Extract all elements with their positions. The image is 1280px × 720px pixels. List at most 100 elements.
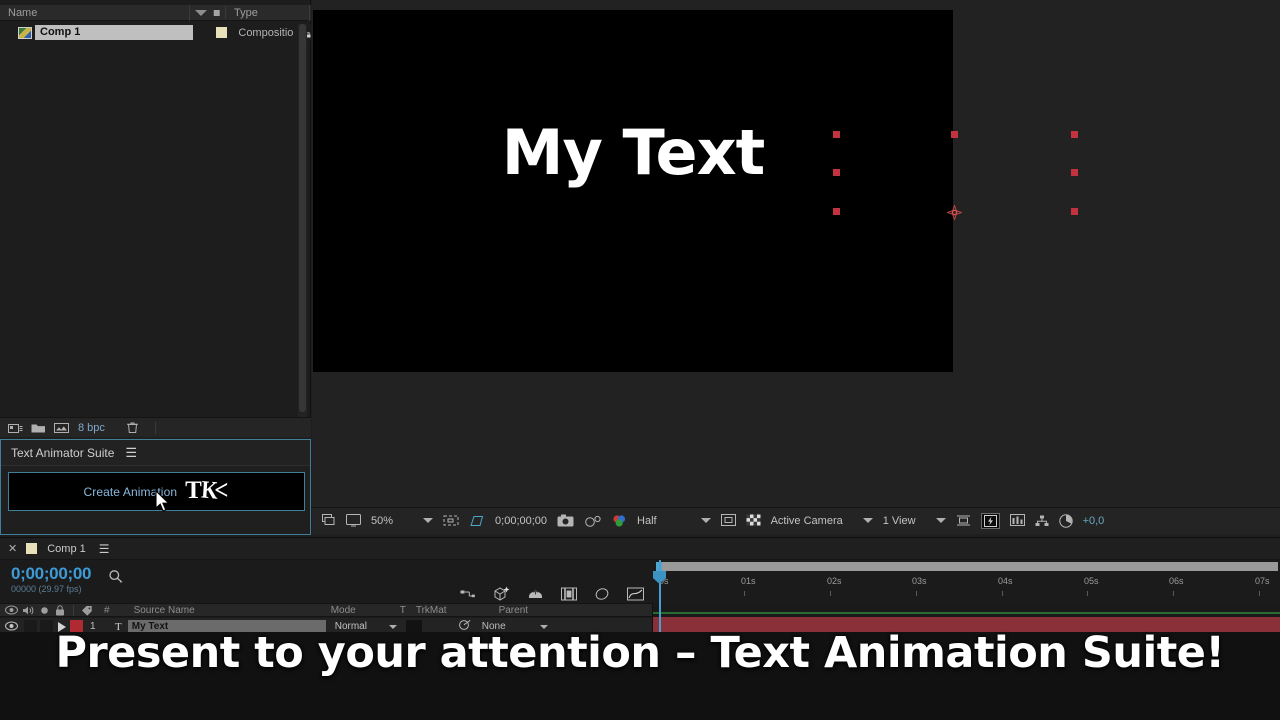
- camera-view-value[interactable]: Active Camera: [771, 515, 843, 527]
- magnification-chevron-down-icon[interactable]: [423, 518, 434, 523]
- view-layout-chevron-down-icon[interactable]: [935, 518, 946, 523]
- resolution-value[interactable]: Half: [637, 515, 657, 527]
- selection-handle-top-left[interactable]: [833, 131, 840, 138]
- composition-canvas[interactable]: My Text: [313, 10, 953, 372]
- tag-icon[interactable]: ◆: [208, 5, 223, 20]
- project-item-row[interactable]: Comp 1 Compositio: [0, 24, 311, 41]
- timeline-tab-name[interactable]: Comp 1: [47, 543, 86, 555]
- label-tag-icon[interactable]: [81, 605, 93, 616]
- comp-timecode[interactable]: 0;00;00;00: [495, 515, 547, 527]
- ruler-tick-07s: 07s: [1255, 576, 1270, 586]
- project-item-label-swatch[interactable]: [216, 27, 228, 38]
- speaker-audio-icon[interactable]: [22, 605, 35, 616]
- magnification-value[interactable]: 50%: [371, 515, 393, 527]
- ruler-tick-01s: 01s: [741, 576, 756, 586]
- column-header-number: #: [104, 604, 110, 616]
- camera-chevron-down-icon[interactable]: [862, 518, 873, 523]
- scrollbar-thumb[interactable]: [299, 24, 306, 412]
- column-header-type[interactable]: Type: [226, 4, 310, 21]
- timeline-current-time[interactable]: 0;00;00;00: [11, 564, 91, 584]
- new-folder-icon[interactable]: [30, 421, 46, 435]
- selection-handle-middle-left[interactable]: [833, 169, 840, 176]
- region-of-interest-icon[interactable]: [443, 514, 459, 527]
- close-tab-icon[interactable]: ✕: [8, 542, 17, 555]
- project-panel-scrollbar[interactable]: [298, 24, 307, 419]
- column-header-mode: Mode: [330, 604, 356, 616]
- fast-previews-icon[interactable]: [980, 512, 1000, 529]
- timeline-work-area-bar[interactable]: [656, 562, 1278, 571]
- new-composition-icon[interactable]: [7, 421, 23, 435]
- show-snapshot-icon[interactable]: [584, 515, 602, 527]
- chevron-down-icon[interactable]: [388, 624, 397, 629]
- lock-icon[interactable]: [55, 604, 65, 616]
- resolution-chevron-down-icon[interactable]: [700, 518, 711, 523]
- text-animator-suite-logo-icon: TK<: [185, 475, 229, 506]
- ruler-tick-03s: 03s: [912, 576, 927, 586]
- selection-handle-top-right[interactable]: [1071, 131, 1078, 138]
- main-viewer-icon[interactable]: [346, 514, 361, 527]
- playhead-handle[interactable]: [653, 571, 666, 584]
- column-header-source-name: Source Name: [133, 604, 195, 616]
- anchor-point-icon[interactable]: [946, 204, 963, 221]
- ruler-tick-02s: 02s: [827, 576, 842, 586]
- selection-handle-bottom-left[interactable]: [833, 208, 840, 215]
- text-animator-suite-header: Text Animator Suite ☰: [1, 440, 310, 466]
- subtitle-backdrop: [0, 632, 1280, 720]
- bit-depth-label[interactable]: 8 bpc: [78, 422, 105, 434]
- selection-handle-bottom-right[interactable]: [1071, 208, 1078, 215]
- logo-arrow: <: [214, 475, 228, 506]
- always-preview-this-view-icon[interactable]: [322, 514, 336, 527]
- region-of-interest-toggle-icon[interactable]: [720, 514, 736, 527]
- selection-handle-top-center[interactable]: [951, 131, 958, 138]
- project-item-type: Compositio: [238, 26, 294, 39]
- timeline-timecode-area: 0;00;00;00 00000 (29.97 fps): [0, 560, 652, 601]
- text-animator-suite-panel: Text Animator Suite ☰ Create Animation T…: [0, 439, 311, 535]
- timeline-work-area-indicator: [653, 612, 1280, 614]
- text-animator-suite-title: Text Animator Suite: [11, 445, 115, 460]
- timeline-icon[interactable]: [1009, 514, 1025, 527]
- view-layout-value[interactable]: 1 View: [883, 515, 916, 527]
- toggle-transparency-grid-icon[interactable]: [746, 514, 761, 527]
- show-channel-icon[interactable]: [612, 514, 627, 528]
- interpret-footage-icon[interactable]: [53, 421, 69, 435]
- column-header-name[interactable]: Name: [0, 4, 190, 21]
- eye-video-icon[interactable]: [5, 605, 18, 615]
- adjust-exposure-icon[interactable]: [1058, 513, 1073, 528]
- composition-text-layer[interactable]: My Text: [313, 122, 953, 184]
- take-snapshot-icon[interactable]: [557, 514, 574, 527]
- composition-thumbnail-icon: [18, 26, 32, 39]
- panel-menu-icon[interactable]: ☰: [125, 446, 137, 459]
- search-icon[interactable]: [108, 569, 124, 589]
- layer-expand-triangle-icon[interactable]: [58, 621, 66, 632]
- column-sort-controls[interactable]: ◆: [190, 5, 226, 20]
- create-animation-button[interactable]: Create Animation TK<: [8, 472, 305, 511]
- timeline-frames-label: 00000 (29.97 fps): [11, 584, 82, 594]
- logo-letter-t: T: [185, 477, 202, 504]
- toggle-pixel-aspect-correction-icon[interactable]: [956, 514, 971, 527]
- project-item-name[interactable]: Comp 1: [35, 25, 194, 40]
- panel-menu-icon[interactable]: ☰: [99, 542, 110, 556]
- project-panel-footer-toolbar: 8 bpc: [0, 417, 311, 437]
- choose-grid-and-guide-options-icon[interactable]: [469, 514, 485, 528]
- ruler-mark: [1173, 591, 1174, 596]
- sort-caret-down-icon[interactable]: [194, 9, 207, 16]
- project-panel: Name ◆ Type Comp 1 Compositio 8 bpc: [0, 0, 311, 437]
- after-effects-window: Name ◆ Type Comp 1 Compositio 8 bpc Text…: [0, 0, 1280, 720]
- project-column-headers: Name ◆ Type: [0, 4, 311, 21]
- comp-flowchart-icon[interactable]: [1035, 515, 1049, 527]
- create-animation-label: Create Animation: [83, 484, 178, 499]
- selection-handle-middle-right[interactable]: [1071, 169, 1078, 176]
- ruler-tick-06s: 06s: [1169, 576, 1184, 586]
- composition-viewer-toolbar: 50% 0;00;00;00 Half Active Camera 1 View…: [312, 507, 1280, 533]
- exposure-value[interactable]: +0,0: [1083, 515, 1105, 527]
- solo-dot-icon[interactable]: [40, 606, 49, 615]
- chevron-down-icon[interactable]: [539, 624, 548, 629]
- ruler-mark: [1259, 591, 1260, 596]
- timeline-column-headers: # Source Name Mode T TrkMat Parent: [0, 603, 652, 617]
- ruler-mark: [830, 591, 831, 596]
- timeline-ruler[interactable]: 0s 01s 02s 03s 04s 05s 06s 07s: [652, 560, 1280, 600]
- text-animator-suite-body: Create Animation TK<: [1, 466, 310, 534]
- column-header-track-matte-t: T: [399, 604, 406, 616]
- timeline-tab-swatch: [26, 543, 38, 554]
- trash-icon[interactable]: [125, 421, 141, 435]
